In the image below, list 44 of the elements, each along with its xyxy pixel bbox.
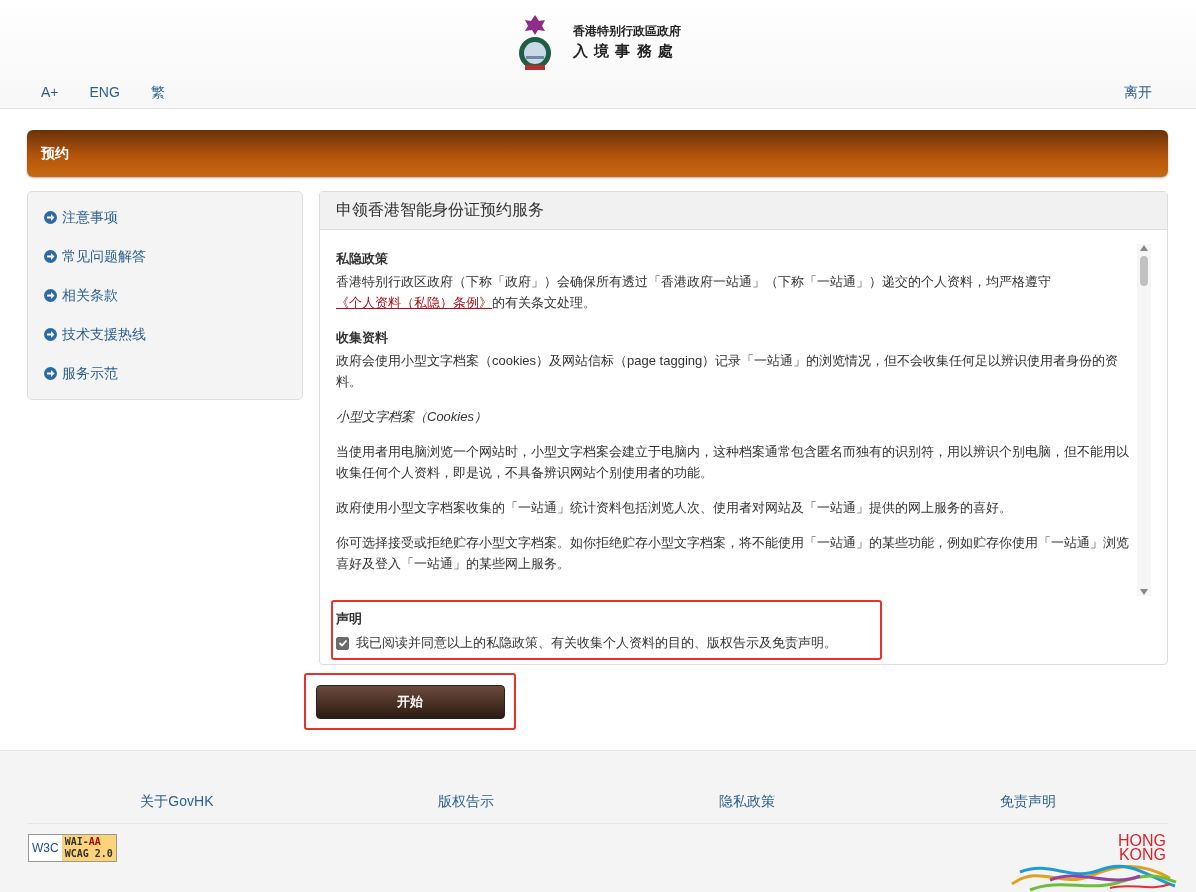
arrow-circle-icon: [44, 289, 57, 302]
arrow-circle-icon: [44, 250, 57, 263]
header-link[interactable]: ENG: [89, 84, 120, 102]
start-button[interactable]: 开始: [315, 684, 505, 719]
checkbox[interactable]: [336, 636, 349, 650]
sidebar-item[interactable]: 常见问题解答: [44, 237, 286, 276]
scroll-up-icon[interactable]: [1139, 244, 1149, 252]
section-heading: 私隐政策: [336, 250, 389, 268]
footer-link[interactable]: 关于GovHK: [140, 793, 214, 823]
arrow-circle-icon: [44, 367, 57, 380]
ordinance-link[interactable]: 《个人资料（私隐）条例》: [336, 295, 492, 310]
sidebar-item[interactable]: 注意事项: [44, 198, 286, 237]
header-link[interactable]: A+: [41, 84, 59, 102]
exit-link[interactable]: 离开: [1124, 84, 1152, 102]
paragraph: 当使用者用电脑浏览一个网站时，小型文字档案会建立于电脑内，这种档案通常包含匿名而独有的识别符，用以辨识个别电脑，但不能用以收集任何个人资料，即是说，不具备辨识网站个别使用者的功能。: [336, 443, 1130, 482]
paragraph: 政府会使用小型文字档案（cookies）及网站信标（page tagging）记录「一站通」的浏览情况，但不会收集任何足以辨识使用者身份的资料。: [336, 352, 1120, 391]
badge-text: WCAG 2.0: [64, 848, 113, 860]
panel-title: 申领香港智能身份证预约服务: [336, 200, 544, 220]
header-link[interactable]: 繁: [150, 84, 165, 102]
arrow-circle-icon: [44, 328, 57, 341]
footer-link[interactable]: 版权告示: [438, 793, 495, 823]
brand-logo-text: KONG: [1118, 848, 1166, 862]
sidebar-item[interactable]: 服务示范: [44, 354, 286, 393]
section-heading: 声明: [336, 610, 363, 628]
logo-text: 入 境 事 務 處: [573, 42, 675, 61]
brand-logo-text: HONG: [1118, 834, 1166, 848]
sidebar-item[interactable]: 相关条款: [44, 276, 286, 315]
scroll-thumb[interactable]: [1140, 256, 1148, 286]
checkbox-label: 我已阅读并同意以上的私隐政策、有关收集个人资料的目的、版权告示及免责声明。: [356, 634, 837, 652]
arrow-circle-icon: [44, 211, 57, 224]
scrollbar[interactable]: [1137, 244, 1151, 596]
logo-text: 香港特别行政區政府: [573, 23, 681, 40]
badge-text: W3C: [31, 840, 60, 857]
footer-link[interactable]: 免责声明: [999, 793, 1056, 823]
paragraph-subheading: 小型文字档案（Cookies）: [336, 408, 488, 426]
paragraph: 你可选择接受或拒绝贮存小型文字档案。如你拒绝贮存小型文字档案，将不能使用「一站通」的某些功能，例如贮存你使用「一站通」浏览喜好及登入「一站通」的某些网上服务。: [336, 534, 1130, 573]
banner-title: 预约: [41, 144, 69, 163]
scroll-down-icon[interactable]: [1139, 588, 1149, 596]
badge-text: WAI-AA: [64, 836, 102, 848]
footer-link[interactable]: 隐私政策: [718, 793, 775, 823]
section-heading: 收集资料: [336, 329, 389, 347]
sidebar-item[interactable]: 技术支援热线: [44, 315, 286, 354]
paragraph: 政府使用小型文字档案收集的「一站通」统计资料包括浏览人次、使用者对网站及「一站通」提供的网上服务的喜好。: [336, 499, 1013, 517]
paragraph: 香港特别行政区政府（下称「政府」）会确保所有透过「香港政府一站通」（下称「一站通」）递交的个人资料，均严格遵守 《个人资料（私隐）条例》的有关条文处理。: [336, 273, 1052, 312]
